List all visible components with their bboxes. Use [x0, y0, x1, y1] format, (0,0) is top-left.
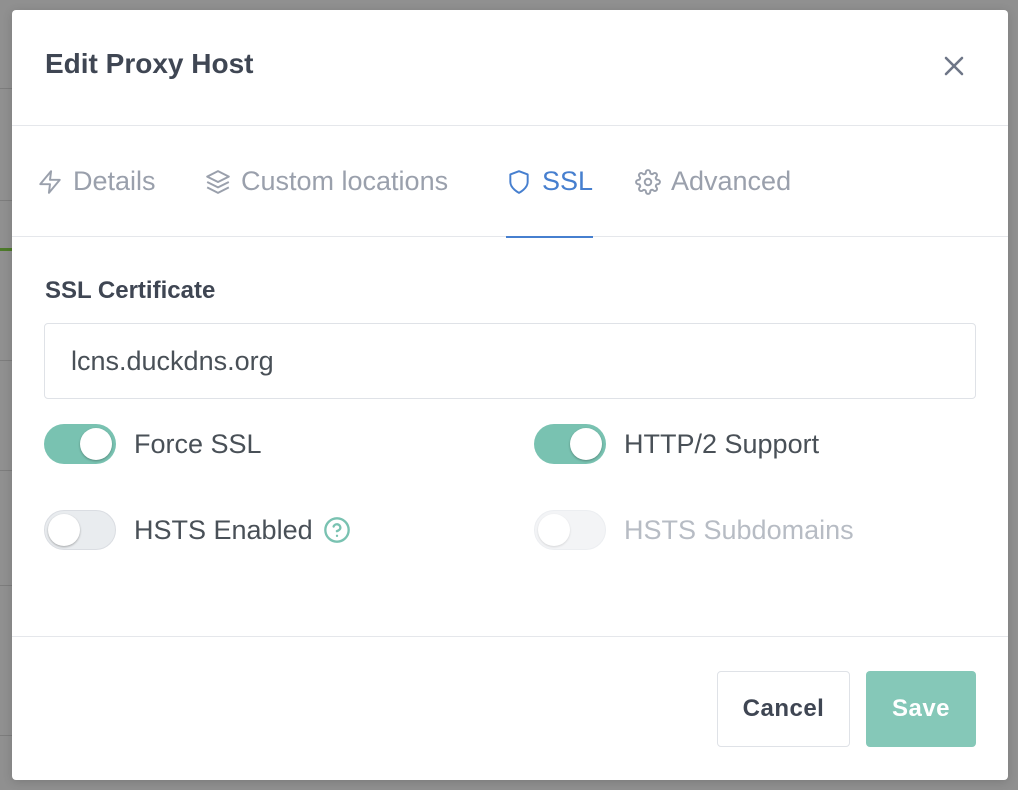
- hsts-enabled-label: HSTS Enabled: [134, 514, 313, 545]
- help-circle-icon[interactable]: [323, 516, 351, 544]
- shield-icon: [509, 169, 529, 194]
- hsts-enabled-toggle[interactable]: [44, 510, 116, 550]
- tab-bar: Details Custom locations SSL Advanced: [12, 126, 1008, 238]
- tab-custom-locations[interactable]: Custom locations: [205, 126, 448, 237]
- http2-support-row: HTTP/2 Support: [534, 424, 819, 464]
- lightning-icon: [39, 169, 61, 194]
- modal-header: Edit Proxy Host: [12, 10, 1008, 126]
- cancel-button[interactable]: Cancel: [717, 671, 850, 747]
- http2-support-label: HTTP/2 Support: [624, 428, 820, 459]
- tab-ssl[interactable]: SSL: [506, 126, 594, 238]
- close-button[interactable]: [938, 50, 970, 82]
- tab-label: Details: [73, 166, 156, 196]
- force-ssl-label: Force SSL: [134, 428, 262, 459]
- close-icon: [944, 56, 964, 76]
- save-button[interactable]: Save: [866, 671, 976, 747]
- tab-label: Advanced: [671, 166, 792, 196]
- hsts-subdomains-toggle[interactable]: [534, 510, 606, 550]
- hsts-enabled-row: HSTS Enabled: [44, 510, 351, 550]
- toggle-knob: [80, 428, 112, 460]
- tab-details[interactable]: Details: [37, 126, 156, 237]
- modal-footer: Cancel Save: [12, 637, 1008, 779]
- toggle-knob: [48, 514, 80, 546]
- force-ssl-row: Force SSL: [44, 424, 262, 464]
- force-ssl-toggle[interactable]: [44, 424, 116, 464]
- tab-label: SSL: [542, 166, 594, 196]
- edit-proxy-host-modal: Edit Proxy Host Details Custom locations…: [12, 10, 1008, 780]
- toggle-knob: [570, 428, 602, 460]
- gear-icon: [635, 168, 661, 195]
- modal-title: Edit Proxy Host: [45, 48, 254, 79]
- hsts-subdomains-label: HSTS Subdomains: [624, 514, 854, 545]
- hsts-subdomains-row: HSTS Subdomains: [534, 510, 854, 550]
- ssl-certificate-select[interactable]: lcns.duckdns.org: [44, 323, 976, 399]
- layers-icon: [206, 169, 230, 194]
- toggle-knob: [538, 514, 570, 546]
- http2-support-toggle[interactable]: [534, 424, 606, 464]
- ssl-certificate-label: SSL Certificate: [45, 277, 216, 304]
- ssl-certificate-value: lcns.duckdns.org: [71, 345, 274, 376]
- tab-advanced[interactable]: Advanced: [635, 126, 791, 237]
- tab-label: Custom locations: [241, 166, 449, 196]
